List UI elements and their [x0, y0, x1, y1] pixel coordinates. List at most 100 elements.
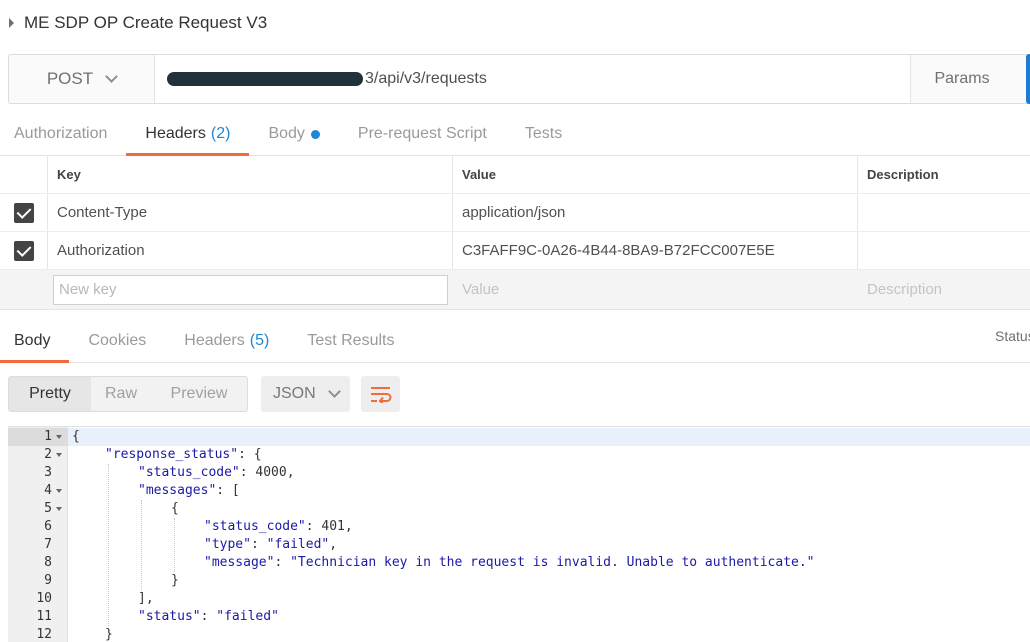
url-bar: POST 3/api/v3/requests Params: [8, 54, 1030, 104]
format-label: JSON: [273, 385, 316, 402]
send-button[interactable]: [1026, 54, 1030, 104]
tab-tests[interactable]: Tests: [506, 113, 581, 155]
header-check-cell: [0, 156, 48, 193]
request-name: ME SDP OP Create Request V3: [24, 13, 268, 32]
header-description-field[interactable]: [858, 232, 1030, 269]
request-tabs: Authorization Headers (2) Body Pre-reque…: [0, 113, 1030, 156]
line-number: 2: [44, 447, 52, 462]
code-line: 1{: [8, 428, 1030, 446]
row-check-cell: [0, 270, 48, 309]
code-line: 8 "message": "Technician key in the reque…: [8, 554, 1030, 572]
tab-count-badge: (5): [249, 332, 270, 349]
row-check-cell: [0, 194, 48, 231]
code-text: "status_code": 401,: [204, 519, 353, 534]
new-description-input[interactable]: Description: [858, 270, 1030, 309]
new-header-row: New key Value Description: [0, 270, 1030, 310]
raw-button[interactable]: Raw: [91, 377, 151, 411]
header-value-field[interactable]: application/json: [453, 194, 858, 231]
line-number: 10: [36, 591, 52, 606]
tab-label: Cookies: [88, 332, 147, 349]
fold-arrow-icon[interactable]: [56, 435, 62, 439]
new-value-input[interactable]: Value: [453, 270, 858, 309]
tab-body[interactable]: Body: [249, 113, 338, 155]
tab-label: Tests: [524, 125, 563, 142]
tab-response-body[interactable]: Body: [0, 320, 70, 363]
table-header-row: Key Value Description: [0, 156, 1030, 194]
column-header-key: Key: [48, 156, 453, 193]
value-placeholder: Value: [462, 281, 500, 298]
code-text: {: [72, 429, 80, 444]
tab-headers[interactable]: Headers (2): [126, 113, 250, 156]
tab-label: Authorization: [14, 125, 108, 142]
tab-response-headers[interactable]: Headers (5): [165, 320, 288, 362]
fold-arrow-icon[interactable]: [56, 489, 62, 493]
column-header-description: Description: [867, 167, 939, 182]
pretty-button[interactable]: Pretty: [9, 377, 91, 411]
wrap-lines-icon: [370, 387, 391, 403]
preview-button[interactable]: Preview: [151, 377, 247, 411]
code-text: ],: [138, 591, 154, 606]
wrap-lines-button[interactable]: [361, 376, 400, 412]
view-mode-toggle: Pretty Raw Preview: [8, 376, 248, 412]
code-text: "messages": [: [138, 483, 240, 498]
response-body-editor[interactable]: 1{2 "response_status": {3 "status_code": 4…: [8, 426, 1030, 642]
header-description-field[interactable]: [858, 194, 1030, 231]
table-row: Authorization C3FAFF9C-0A26-4B44-8BA9-B7…: [0, 232, 1030, 270]
line-number: 11: [36, 609, 52, 624]
code-line: 6 "status_code": 401,: [8, 518, 1030, 536]
code-text: {: [171, 501, 179, 516]
method-label: POST: [46, 69, 94, 88]
body-indicator-dot-icon: [310, 129, 320, 139]
code-line: 4 "messages": [: [8, 482, 1030, 500]
code-line: 10],: [8, 590, 1030, 608]
new-key-input[interactable]: New key: [53, 274, 448, 305]
fold-arrow-icon[interactable]: [56, 453, 62, 457]
code-line: 3 "status_code": 4000,: [8, 464, 1030, 482]
checkbox[interactable]: [13, 240, 34, 261]
tab-authorization[interactable]: Authorization: [0, 113, 126, 155]
code-line: 9}: [8, 572, 1030, 590]
tab-label: Test Results: [307, 332, 395, 349]
line-number: 4: [44, 483, 52, 498]
response-tabs: Body Cookies Headers (5) Test Results: [0, 320, 1030, 363]
method-select[interactable]: POST: [9, 55, 154, 103]
caret-right-icon[interactable]: [9, 18, 14, 28]
redacted-url-mark: [167, 72, 363, 86]
code-text: "status": "failed": [138, 609, 279, 624]
tab-count-badge: (2): [210, 125, 231, 142]
line-number: 1: [44, 429, 52, 444]
tab-cookies[interactable]: Cookies: [69, 320, 165, 362]
tab-label: Headers: [145, 125, 206, 142]
column-header-value: Value: [453, 156, 858, 193]
tab-test-results[interactable]: Test Results: [288, 320, 413, 362]
url-input[interactable]: 3/api/v3/requests: [154, 55, 911, 103]
checkbox[interactable]: [13, 202, 34, 223]
line-number: 5: [44, 501, 52, 516]
indent-guide: [108, 464, 109, 626]
table-row: Content-Type application/json: [0, 194, 1030, 232]
header-key-field[interactable]: Content-Type: [48, 194, 453, 231]
header-key-field[interactable]: Authorization: [48, 232, 453, 269]
description-placeholder: Description: [867, 281, 943, 298]
line-number: 3: [44, 465, 52, 480]
headers-table: Key Value Description Content-Type appli…: [0, 156, 1030, 310]
row-check-cell: [0, 232, 48, 269]
chevron-down-icon: [327, 385, 341, 398]
request-title-bar[interactable]: ME SDP OP Create Request V3: [0, 0, 1030, 46]
fold-arrow-icon[interactable]: [56, 507, 62, 511]
tab-pre-request-script[interactable]: Pre-request Script: [339, 113, 506, 155]
code-text: }: [171, 573, 179, 588]
url-text: 3/api/v3/requests: [365, 70, 487, 87]
params-button[interactable]: Params: [911, 55, 1013, 103]
status-label: Status: [995, 328, 1030, 344]
code-text: "status_code": 4000,: [138, 465, 295, 480]
header-value-field[interactable]: C3FAFF9C-0A26-4B44-8BA9-B72FCC007E5E: [453, 232, 858, 269]
code-text: "message": "Technician key in the reques…: [204, 555, 815, 570]
line-number: 8: [44, 555, 52, 570]
format-select[interactable]: JSON: [261, 376, 350, 412]
new-key-cell: New key: [48, 270, 453, 309]
tab-label: Body: [268, 125, 305, 142]
code-text: }: [105, 627, 113, 642]
tab-label: Body: [14, 332, 51, 349]
line-number: 9: [44, 573, 52, 588]
